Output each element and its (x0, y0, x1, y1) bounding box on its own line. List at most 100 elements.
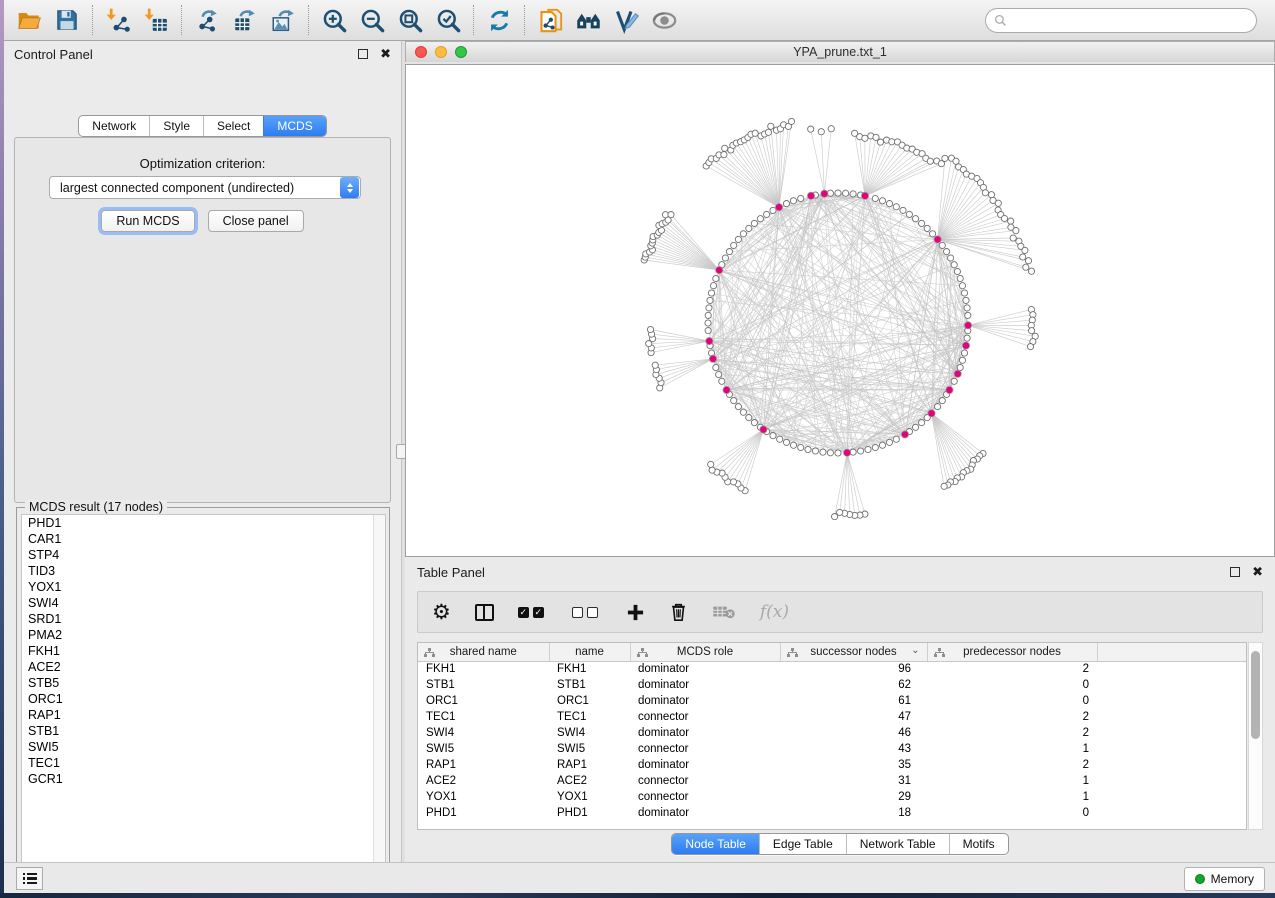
mcds-result-item[interactable]: PHD1 (22, 515, 385, 531)
network-node[interactable] (941, 483, 947, 489)
mcds-node[interactable] (709, 355, 716, 362)
network-node[interactable] (746, 415, 752, 421)
network-node[interactable] (1022, 247, 1028, 253)
network-node[interactable] (798, 444, 804, 450)
table-scrollbar[interactable] (1248, 642, 1263, 830)
network-node[interactable] (1028, 268, 1034, 274)
network-node[interactable] (790, 198, 796, 204)
network-node[interactable] (828, 126, 834, 132)
mcds-node[interactable] (844, 449, 851, 456)
table-row[interactable]: PHD1PHD1dominator180 (418, 805, 1246, 821)
mcds-result-item[interactable]: STB5 (22, 675, 385, 691)
delete-table-icon[interactable] (712, 604, 736, 620)
network-node[interactable] (939, 398, 945, 404)
column-header-successor-nodes[interactable]: successor nodes⌄ (780, 643, 927, 661)
mcds-result-item[interactable]: STP4 (22, 547, 385, 563)
memory-button[interactable]: Memory (1184, 867, 1265, 891)
mcds-node[interactable] (716, 267, 723, 274)
network-node[interactable] (862, 135, 868, 141)
network-node[interactable] (740, 409, 746, 415)
network-node[interactable] (961, 350, 967, 356)
close-table-panel-icon[interactable]: ✖ (1252, 567, 1263, 577)
open-folder-icon[interactable] (10, 2, 48, 38)
network-node[interactable] (927, 158, 933, 164)
network-node[interactable] (872, 195, 878, 201)
search-binoculars-icon[interactable] (569, 2, 607, 38)
network-node[interactable] (713, 364, 719, 370)
task-history-button[interactable] (16, 867, 43, 890)
network-node[interactable] (924, 225, 930, 231)
network-node[interactable] (777, 436, 783, 442)
mcds-result-item[interactable]: SWI5 (22, 739, 385, 755)
network-node[interactable] (954, 268, 960, 274)
network-node[interactable] (1025, 258, 1031, 264)
network-node[interactable] (652, 362, 658, 368)
network-node[interactable] (843, 190, 849, 196)
mcds-list-scrollbar[interactable] (373, 515, 385, 874)
network-node[interactable] (710, 283, 716, 289)
mcds-result-item[interactable]: SRD1 (22, 611, 385, 627)
network-node[interactable] (798, 195, 804, 201)
network-node[interactable] (768, 123, 774, 129)
save-session-icon[interactable] (48, 2, 86, 38)
network-node[interactable] (705, 320, 711, 326)
network-node[interactable] (948, 255, 954, 261)
column-header-shared-name[interactable]: shared name (418, 643, 549, 661)
network-node[interactable] (850, 191, 856, 197)
network-node[interactable] (1001, 215, 1007, 221)
mcds-node[interactable] (928, 410, 935, 417)
network-node[interactable] (961, 290, 967, 296)
network-node[interactable] (735, 236, 741, 242)
network-node[interactable] (913, 216, 919, 222)
run-mcds-button[interactable]: Run MCDS (101, 210, 194, 232)
table-row[interactable]: TEC1TEC1connector472 (418, 709, 1246, 725)
network-node[interactable] (770, 433, 776, 439)
network-node[interactable] (818, 129, 824, 135)
split-columns-icon[interactable] (475, 604, 494, 621)
network-node[interactable] (995, 200, 1001, 206)
mcds-node[interactable] (954, 370, 961, 377)
network-node[interactable] (832, 514, 838, 520)
network-node[interactable] (708, 290, 714, 296)
network-node[interactable] (765, 129, 771, 135)
network-window-titlebar[interactable]: YPA_prune.txt_1 (405, 41, 1275, 62)
mcds-node[interactable] (760, 426, 767, 433)
mcds-node[interactable] (934, 236, 941, 243)
network-node[interactable] (1008, 218, 1014, 224)
network-node[interactable] (735, 404, 741, 410)
network-node[interactable] (746, 225, 752, 231)
zoom-fit-icon[interactable] (391, 2, 429, 38)
network-canvas[interactable] (405, 64, 1275, 557)
mcds-result-list[interactable]: PHD1CAR1STP4TID3YOX1SWI4SRD1PMA2FKH1ACE2… (21, 514, 386, 875)
add-column-icon[interactable] (626, 603, 645, 622)
export-table-icon[interactable] (226, 2, 264, 38)
search-input[interactable] (1007, 11, 1256, 31)
network-node[interactable] (751, 220, 757, 226)
refresh-view-icon[interactable] (480, 2, 518, 38)
mcds-node[interactable] (962, 342, 969, 349)
mcds-node[interactable] (901, 431, 908, 438)
hide-eye-icon[interactable] (645, 2, 683, 38)
table-row[interactable]: RAP1RAP1dominator352 (418, 757, 1246, 773)
float-panel-icon[interactable] (358, 49, 368, 59)
export-network-icon[interactable] (188, 2, 226, 38)
zoom-in-icon[interactable] (315, 2, 353, 38)
network-node[interactable] (919, 220, 925, 226)
network-node[interactable] (790, 442, 796, 448)
network-node[interactable] (783, 439, 789, 445)
network-node[interactable] (731, 242, 737, 248)
tab-edge-table[interactable]: Edge Table (759, 834, 846, 854)
network-node[interactable] (893, 204, 899, 210)
network-node[interactable] (722, 255, 728, 261)
network-node[interactable] (935, 404, 941, 410)
network-node[interactable] (959, 283, 965, 289)
mcds-node[interactable] (964, 322, 971, 329)
network-node[interactable] (726, 249, 732, 255)
mcds-result-item[interactable]: YOX1 (22, 579, 385, 595)
select-all-icon[interactable]: ✓✓ (518, 607, 548, 618)
network-node[interactable] (647, 326, 653, 332)
table-scrollbar-thumb[interactable] (1251, 651, 1260, 739)
network-node[interactable] (719, 378, 725, 384)
network-node[interactable] (1023, 264, 1029, 270)
close-panel-icon[interactable]: ✖ (380, 49, 391, 59)
